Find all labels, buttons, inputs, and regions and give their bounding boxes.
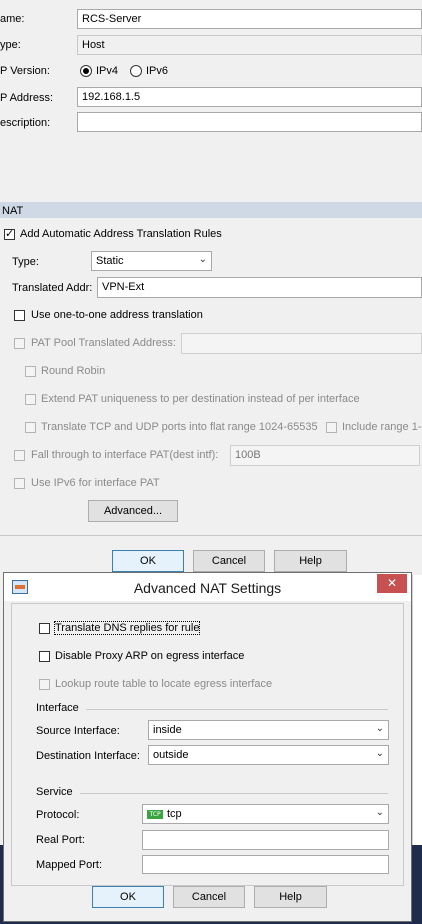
chevron-down-icon: ⌄	[375, 748, 384, 759]
disable-proxy-arp-checkbox[interactable]	[39, 651, 50, 662]
nat-type-label: Type:	[12, 256, 39, 268]
ip-address-field[interactable]: 192.168.1.5	[77, 87, 422, 107]
disable-proxy-arp-label: Disable Proxy ARP on egress interface	[55, 650, 245, 662]
real-port-field[interactable]	[142, 830, 389, 850]
translate-dns-checkbox[interactable]	[39, 623, 50, 634]
tcp-protocol-icon: TCP	[147, 810, 163, 819]
dialog-title-bar: Advanced NAT Settings ✕	[4, 573, 411, 601]
lookup-route-checkbox[interactable]	[39, 679, 50, 690]
extend-pat-label: Extend PAT uniqueness to per destination…	[41, 393, 360, 405]
divider	[0, 535, 422, 536]
chevron-down-icon: ⌄	[375, 723, 384, 734]
use-ipv6-checkbox[interactable]	[14, 478, 25, 489]
protocol-value: tcp	[167, 808, 182, 820]
chevron-down-icon: ⌄	[375, 807, 384, 818]
chevron-down-icon: ⌄	[198, 254, 207, 265]
mapped-port-field[interactable]	[142, 855, 389, 874]
destination-interface-label: Destination Interface:	[36, 750, 140, 762]
source-interface-label: Source Interface:	[36, 725, 120, 737]
name-field[interactable]: RCS-Server	[77, 9, 422, 29]
ip-version-label: P Version:	[0, 65, 50, 77]
cancel-button[interactable]: Cancel	[193, 550, 265, 572]
lookup-route-label: Lookup route table to locate egress inte…	[55, 678, 273, 690]
mapped-port-label: Mapped Port:	[36, 859, 103, 871]
include-range-checkbox[interactable]	[326, 422, 337, 433]
protocol-label: Protocol:	[36, 809, 80, 821]
ipv6-label: IPv6	[146, 65, 169, 77]
dialog-help-button[interactable]: Help	[254, 886, 327, 908]
pat-pool-label: PAT Pool Translated Address:	[31, 337, 176, 349]
service-group-divider	[80, 793, 388, 794]
ipv6-radio[interactable]	[130, 65, 142, 77]
ipv4-label: IPv4	[96, 65, 119, 77]
interface-group-divider	[86, 709, 388, 710]
translated-addr-field[interactable]: VPN-Ext	[97, 277, 422, 298]
background-window	[412, 575, 422, 845]
one-to-one-checkbox[interactable]	[14, 310, 25, 321]
nat-type-select[interactable]: Static ⌄	[91, 251, 212, 271]
source-interface-value: inside	[153, 724, 182, 736]
auto-rules-checkbox[interactable]	[4, 227, 15, 240]
real-port-label: Real Port:	[36, 834, 85, 846]
dialog-title: Advanced NAT Settings	[133, 580, 282, 596]
translated-addr-label: Translated Addr:	[12, 282, 93, 294]
name-label: ame:	[0, 13, 25, 25]
protocol-select[interactable]: TCP tcp ⌄	[142, 804, 389, 824]
round-robin-checkbox[interactable]	[25, 366, 36, 377]
type-field: Host	[77, 35, 422, 55]
dialog-ok-button[interactable]: OK	[92, 886, 164, 908]
source-interface-select[interactable]: inside ⌄	[148, 720, 389, 740]
fall-through-label: Fall through to interface PAT(dest intf)…	[31, 449, 219, 461]
translate-tcp-udp-label: Translate TCP and UDP ports into flat ra…	[41, 421, 318, 433]
nat-section-header: NAT	[0, 202, 422, 218]
nat-type-value: Static	[96, 255, 124, 267]
help-button[interactable]: Help	[274, 550, 347, 572]
description-field[interactable]	[77, 112, 422, 132]
round-robin-label: Round Robin	[41, 365, 106, 377]
one-to-one-label: Use one-to-one address translation	[31, 309, 203, 321]
close-icon[interactable]: ✕	[377, 574, 407, 593]
destination-interface-select[interactable]: outside ⌄	[148, 745, 389, 765]
description-label: escription:	[0, 117, 51, 129]
advanced-button[interactable]: Advanced...	[88, 500, 178, 522]
dialog-cancel-button[interactable]: Cancel	[173, 886, 245, 908]
ok-button[interactable]: OK	[112, 550, 184, 572]
pat-pool-checkbox[interactable]	[14, 338, 25, 349]
use-ipv6-label: Use IPv6 for interface PAT	[31, 477, 160, 489]
include-range-label: Include range 1-	[342, 421, 422, 433]
ipv4-radio[interactable]	[80, 65, 92, 77]
fall-through-checkbox[interactable]	[14, 450, 25, 461]
pat-pool-field[interactable]	[181, 333, 422, 354]
type-label: ype:	[0, 39, 21, 51]
advanced-nat-dialog: Advanced NAT Settings ✕ Translate DNS re…	[3, 572, 412, 922]
auto-rules-label: Add Automatic Address Translation Rules	[20, 228, 222, 240]
destination-interface-value: outside	[153, 749, 189, 761]
extend-pat-checkbox[interactable]	[25, 394, 36, 405]
translate-tcp-udp-checkbox[interactable]	[25, 422, 36, 433]
interface-group-title: Interface	[36, 702, 79, 714]
fall-through-interface-select[interactable]: 100B	[230, 445, 420, 466]
ip-address-label: P Address:	[0, 92, 53, 104]
translate-dns-label: Translate DNS replies for rule	[53, 621, 201, 635]
service-group-title: Service	[36, 786, 73, 798]
nat-section-title: NAT	[2, 205, 24, 217]
dialog-content: Translate DNS replies for rule Disable P…	[11, 603, 404, 886]
